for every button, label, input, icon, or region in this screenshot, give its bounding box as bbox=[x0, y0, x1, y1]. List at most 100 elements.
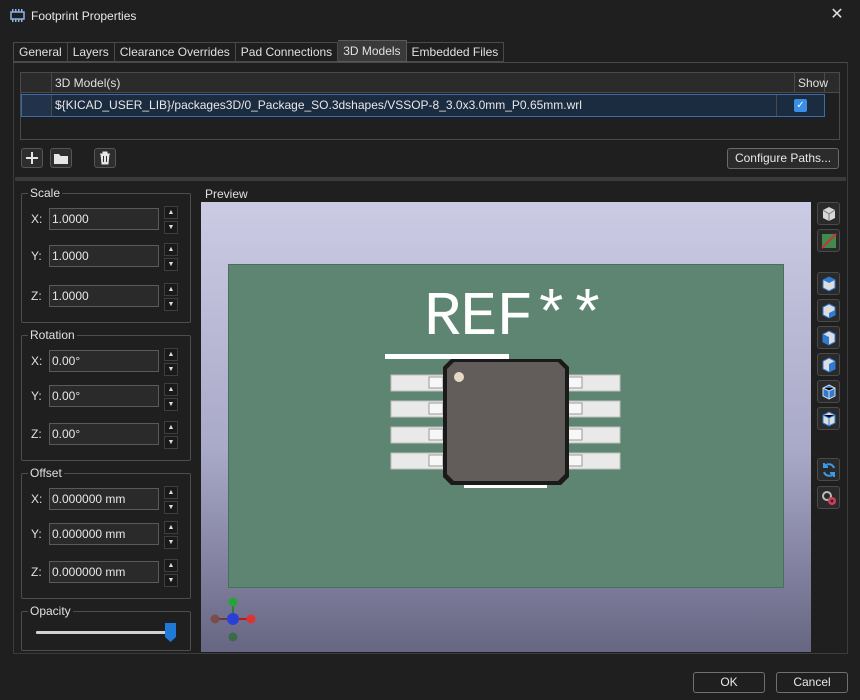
right-pads bbox=[564, 374, 621, 470]
scale-z-input[interactable]: 1.0000 bbox=[49, 285, 159, 307]
scale-z-spinner: ▲ ▼ bbox=[164, 283, 178, 311]
3d-preview-canvas[interactable]: REF** bbox=[201, 202, 811, 652]
scale-label: Scale bbox=[28, 186, 63, 200]
view-toolbar bbox=[817, 202, 840, 512]
rotation-group: Rotation X: 0.00° ▲ ▼ Y: 0.00° ▲ ▼ Z: 0.00… bbox=[21, 328, 191, 461]
spin-up-button[interactable]: ▲ bbox=[164, 383, 178, 396]
ok-button[interactable]: OK bbox=[693, 672, 765, 693]
scale-x-input[interactable]: 1.0000 bbox=[49, 208, 159, 230]
offset-label: Offset bbox=[28, 466, 64, 480]
view-3d-button[interactable] bbox=[817, 202, 840, 225]
spin-down-button[interactable]: ▼ bbox=[164, 398, 178, 411]
column-header-model[interactable]: 3D Model(s) bbox=[52, 73, 795, 93]
spin-up-button[interactable]: ▲ bbox=[164, 283, 178, 296]
offset-x-spinner: ▲ ▼ bbox=[164, 486, 178, 514]
model-path-cell[interactable]: ${KICAD_USER_LIB}/packages3D/0_Package_S… bbox=[55, 95, 582, 116]
pin1-marker bbox=[454, 372, 464, 382]
spin-up-button[interactable]: ▲ bbox=[164, 559, 178, 572]
opacity-slider-thumb[interactable] bbox=[165, 623, 176, 642]
offset-y-input[interactable]: 0.000000 mm bbox=[49, 523, 159, 545]
spin-up-button[interactable]: ▲ bbox=[164, 421, 178, 434]
spin-down-button[interactable]: ▼ bbox=[164, 436, 178, 449]
tab-pad-connections[interactable]: Pad Connections bbox=[235, 42, 339, 62]
spin-down-button[interactable]: ▼ bbox=[164, 536, 178, 549]
rotation-x-input[interactable]: 0.00° bbox=[49, 350, 159, 372]
spin-up-button[interactable]: ▲ bbox=[164, 348, 178, 361]
plus-icon bbox=[26, 152, 38, 164]
rotation-z-spinner: ▲ ▼ bbox=[164, 421, 178, 449]
axis-gizmo bbox=[210, 597, 256, 642]
rotation-x-spinner: ▲ ▼ bbox=[164, 348, 178, 376]
spin-down-button[interactable]: ▼ bbox=[164, 298, 178, 311]
offset-x-input[interactable]: 0.000000 mm bbox=[49, 488, 159, 510]
spin-up-button[interactable]: ▲ bbox=[164, 521, 178, 534]
tab-clearance-overrides[interactable]: Clearance Overrides bbox=[114, 42, 236, 62]
tab-general[interactable]: General bbox=[13, 42, 68, 62]
left-pads bbox=[390, 374, 447, 470]
spin-down-button[interactable]: ▼ bbox=[164, 221, 178, 234]
tab-layers[interactable]: Layers bbox=[67, 42, 115, 62]
rotation-z-input[interactable]: 0.00° bbox=[49, 423, 159, 445]
view-left-button[interactable] bbox=[817, 326, 840, 349]
scale-group: Scale X: 1.0000 ▲ ▼ Y: 1.0000 ▲ ▼ Z: 1.000… bbox=[21, 186, 191, 323]
models-grid: 3D Model(s) Show ${KICAD_USER_LIB}/packa… bbox=[20, 72, 840, 140]
rotation-y-input[interactable]: 0.00° bbox=[49, 385, 159, 407]
view-front-button[interactable] bbox=[817, 380, 840, 403]
preview-settings-button[interactable] bbox=[817, 486, 840, 509]
spin-up-button[interactable]: ▲ bbox=[164, 206, 178, 219]
title-bar: Footprint Properties ✕ bbox=[0, 0, 860, 32]
axis-label: Y: bbox=[31, 249, 42, 263]
folder-icon bbox=[54, 153, 68, 164]
settings-icon bbox=[821, 490, 836, 505]
axis-label: Y: bbox=[31, 527, 42, 541]
configure-paths-button[interactable]: Configure Paths... bbox=[727, 148, 839, 169]
view-right-icon bbox=[822, 356, 835, 373]
browse-model-button[interactable] bbox=[50, 148, 72, 168]
view-front-icon bbox=[822, 383, 835, 400]
reference-designator-text: REF** bbox=[424, 282, 606, 353]
grid-header: 3D Model(s) Show bbox=[21, 73, 839, 93]
column-header-show[interactable]: Show bbox=[795, 73, 828, 93]
opacity-slider-track[interactable] bbox=[36, 631, 174, 634]
delete-model-button[interactable] bbox=[94, 148, 116, 168]
view-right-button[interactable] bbox=[817, 353, 840, 376]
view-back-icon bbox=[822, 410, 835, 427]
view-back-button[interactable] bbox=[817, 407, 840, 430]
view-bottom-button[interactable] bbox=[817, 299, 840, 322]
tab-embedded-files[interactable]: Embedded Files bbox=[406, 42, 505, 62]
show-cell: ✓ bbox=[776, 95, 824, 116]
axis-label: Z: bbox=[31, 565, 42, 579]
show-checkbox[interactable]: ✓ bbox=[794, 99, 807, 112]
spin-down-button[interactable]: ▼ bbox=[164, 574, 178, 587]
row-header[interactable] bbox=[22, 95, 52, 116]
spin-down-button[interactable]: ▼ bbox=[164, 258, 178, 271]
scale-x-spinner: ▲ ▼ bbox=[164, 206, 178, 234]
splitter[interactable] bbox=[15, 177, 846, 181]
tab-3d-models[interactable]: 3D Models bbox=[338, 40, 407, 62]
cancel-button[interactable]: Cancel bbox=[776, 672, 848, 693]
opacity-group: Opacity bbox=[21, 604, 191, 651]
offset-y-spinner: ▲ ▼ bbox=[164, 521, 178, 549]
close-window-button[interactable]: ✕ bbox=[814, 0, 860, 32]
spin-up-button[interactable]: ▲ bbox=[164, 486, 178, 499]
toggle-board-body-button[interactable] bbox=[817, 229, 840, 252]
view-left-icon bbox=[822, 329, 835, 346]
reload-icon bbox=[822, 462, 835, 477]
opacity-label: Opacity bbox=[28, 604, 73, 618]
spin-down-button[interactable]: ▼ bbox=[164, 501, 178, 514]
add-model-button[interactable] bbox=[21, 148, 43, 168]
offset-z-spinner: ▲ ▼ bbox=[164, 559, 178, 587]
view-top-icon bbox=[822, 275, 835, 292]
view-top-button[interactable] bbox=[817, 272, 840, 295]
trash-icon bbox=[100, 151, 110, 165]
view-3d-icon bbox=[822, 206, 835, 221]
reload-button[interactable] bbox=[817, 458, 840, 481]
axis-label: Z: bbox=[31, 289, 42, 303]
grid-corner bbox=[21, 73, 52, 93]
offset-z-input[interactable]: 0.000000 mm bbox=[49, 561, 159, 583]
board-body-toggle-icon bbox=[820, 232, 837, 249]
scale-y-input[interactable]: 1.0000 bbox=[49, 245, 159, 267]
spin-up-button[interactable]: ▲ bbox=[164, 243, 178, 256]
table-row[interactable]: ${KICAD_USER_LIB}/packages3D/0_Package_S… bbox=[21, 94, 825, 117]
spin-down-button[interactable]: ▼ bbox=[164, 363, 178, 376]
